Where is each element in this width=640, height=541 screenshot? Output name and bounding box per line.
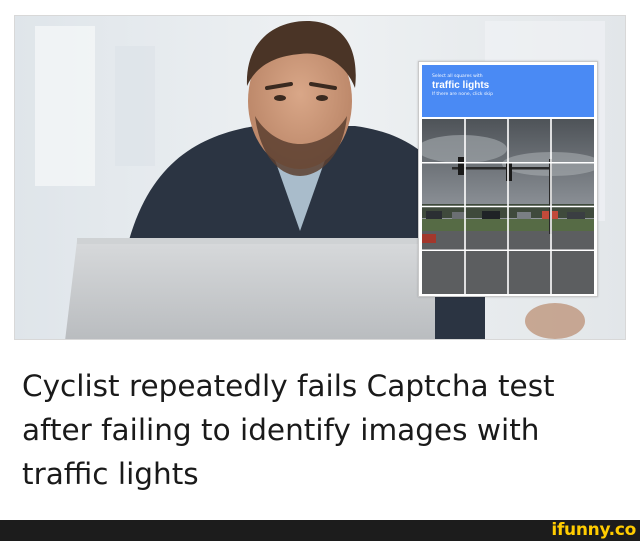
captcha-instruction: Select all squares with	[432, 74, 483, 79]
captcha-image-grid[interactable]	[417, 119, 602, 294]
captcha-header: Select all squares with traffic lights I…	[422, 65, 594, 117]
footer-bar: ifunny.co	[0, 520, 640, 541]
headline-text: Cyclist repeatedly fails Captcha test af…	[22, 369, 555, 491]
captcha-widget: Select all squares with traffic lights I…	[417, 61, 602, 297]
street-scene-image	[417, 119, 602, 294]
ifunny-logo: ifunny.co	[551, 520, 636, 540]
captcha-skip-hint: If there are none, click skip	[432, 92, 494, 97]
captcha-target-label: traffic lights	[432, 80, 490, 91]
